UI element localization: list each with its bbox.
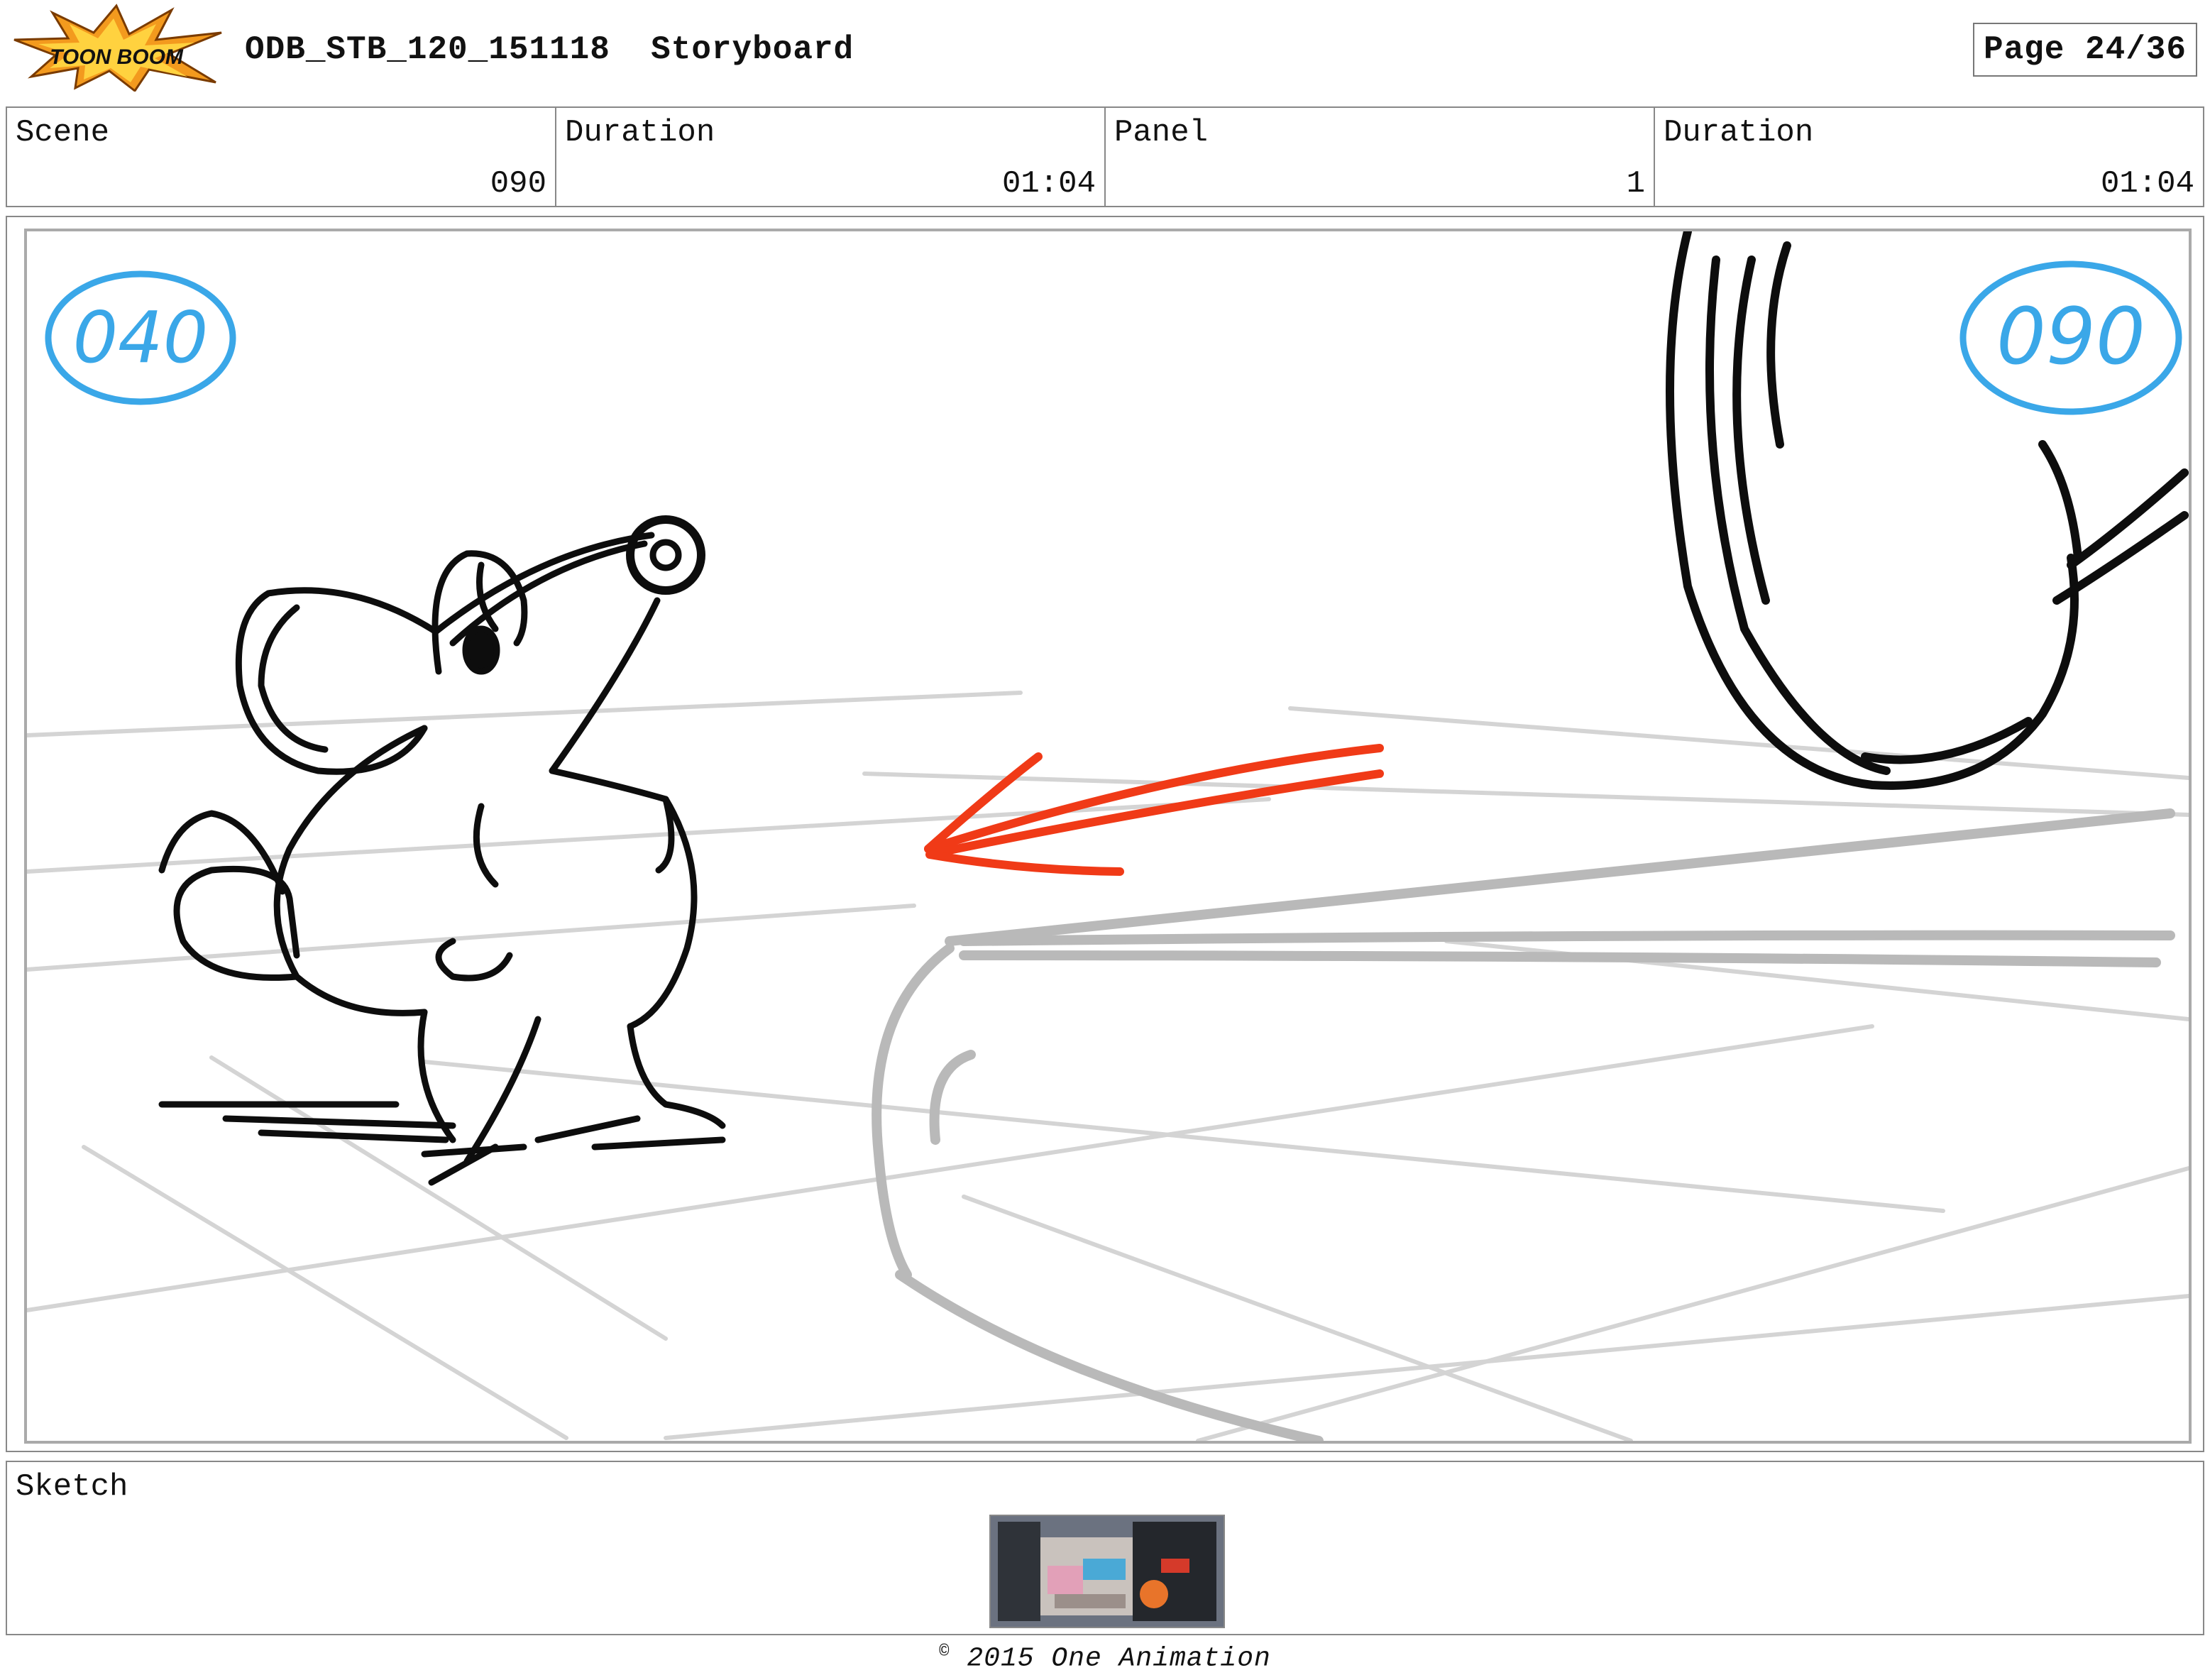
- panel-duration-label: Duration: [1664, 115, 1814, 150]
- panel-duration-value: 01:04: [2100, 166, 2194, 202]
- document-title: ODB_STB_120_151118 Storyboard: [245, 31, 854, 68]
- panel-drawing: 040 090: [24, 229, 2192, 1444]
- sketch-label: Sketch: [16, 1469, 128, 1505]
- scene-duration-value: 01:04: [1001, 166, 1096, 202]
- scene-label: Scene: [16, 115, 110, 150]
- copyright-text: 2015 One Animation: [967, 1643, 1271, 1674]
- sketch-thumbnail[interactable]: [989, 1515, 1225, 1628]
- marker-right-text: 090: [1996, 291, 2145, 382]
- motion-arrow: [924, 744, 1384, 876]
- scene-cell: Scene 090: [7, 108, 556, 206]
- panel-value: 1: [1626, 166, 1645, 202]
- floor-grid: [27, 691, 2189, 1441]
- toon-boom-logo: TOON BOOM: [10, 3, 223, 93]
- arrow-head-bottom: [925, 850, 1124, 876]
- project-code: ODB_STB_120_151118: [245, 31, 610, 68]
- thumbnail-image: [991, 1516, 1224, 1627]
- svg-text:TOON BOOM: TOON BOOM: [50, 45, 184, 69]
- document-type: Storyboard: [651, 31, 854, 68]
- sketch-section: Sketch: [6, 1461, 2204, 1635]
- marker-left-text: 040: [73, 296, 209, 379]
- copyright-symbol: ©: [939, 1642, 950, 1662]
- panel-label: Panel: [1114, 115, 1209, 150]
- marker-left: 040: [45, 270, 236, 405]
- sketch-drawing: 040 090: [27, 231, 2189, 1441]
- panel-duration-cell: Duration 01:04: [1655, 108, 2203, 206]
- marker-right: 090: [1959, 260, 2182, 415]
- scene-value: 090: [490, 166, 546, 202]
- copyright-footer: © 2015 One Animation: [0, 1642, 2210, 1674]
- scene-info-table: Scene 090 Duration 01:04 Panel 1 Duratio…: [6, 106, 2204, 207]
- scene-duration-cell: Duration 01:04: [556, 108, 1106, 206]
- panel-cell: Panel 1: [1106, 108, 1655, 206]
- page-indicator: Page 24/36: [1973, 23, 2197, 77]
- panel-frame: 040 090: [6, 216, 2204, 1452]
- scene-duration-label: Duration: [565, 115, 715, 150]
- arrow-shaft-1: [924, 744, 1384, 853]
